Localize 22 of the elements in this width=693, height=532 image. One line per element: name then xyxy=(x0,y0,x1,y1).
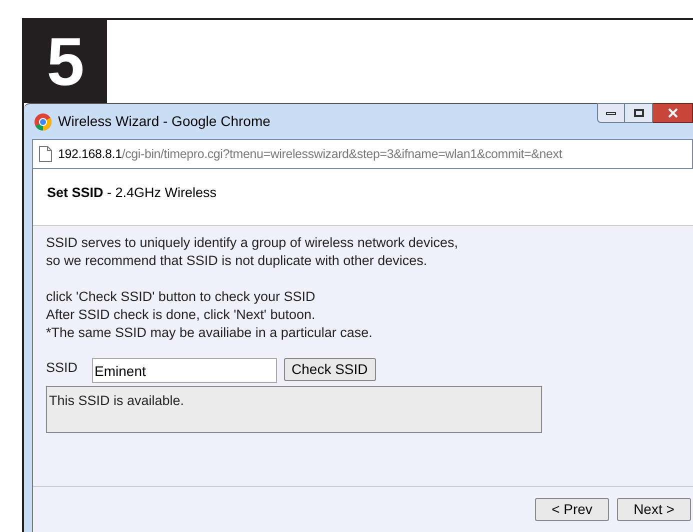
browser-logo-icon xyxy=(34,112,52,130)
step-number: 5 xyxy=(46,28,84,96)
check-ssid-button[interactable]: Check SSID xyxy=(284,358,376,381)
instruction-text: After SSID check is done, click 'Next' butoon. xyxy=(46,306,316,324)
ssid-label: SSID xyxy=(46,359,78,377)
window-title: Wireless Wizard - Google Chrome xyxy=(58,112,270,131)
url-text: 192.168.8.1/cgi-bin/timepro.cgi?tmenu=wirelesswizard&step=3&ifname=wlan1&commit=&next xyxy=(58,146,562,163)
page-icon xyxy=(39,146,52,162)
maximize-button[interactable] xyxy=(625,103,653,123)
close-button[interactable] xyxy=(653,103,693,123)
instruction-text: *The same SSID may be availiabe in a particular case. xyxy=(46,324,374,342)
instruction-text: SSID serves to uniquely identify a group of wireless network devices, xyxy=(46,234,459,252)
address-bar[interactable]: 192.168.8.1/cgi-bin/timepro.cgi?tmenu=wirelesswizard&step=3&ifname=wlan1&commit=&next xyxy=(32,139,693,169)
ssid-input[interactable]: Eminent xyxy=(92,358,277,383)
instruction-text: click 'Check SSID' button to check your SSID xyxy=(46,288,316,306)
status-text: This SSID is available. xyxy=(49,393,184,408)
minimize-button[interactable] xyxy=(597,103,625,123)
instruction-text: so we recommend that SSID is not duplicate with other devices. xyxy=(46,252,428,270)
page-heading: Set SSID - 2.4GHz Wireless xyxy=(47,185,217,200)
close-icon xyxy=(668,108,678,118)
nav-button[interactable]: Next > xyxy=(617,498,691,521)
nav-button[interactable]: < Prev xyxy=(535,498,609,521)
